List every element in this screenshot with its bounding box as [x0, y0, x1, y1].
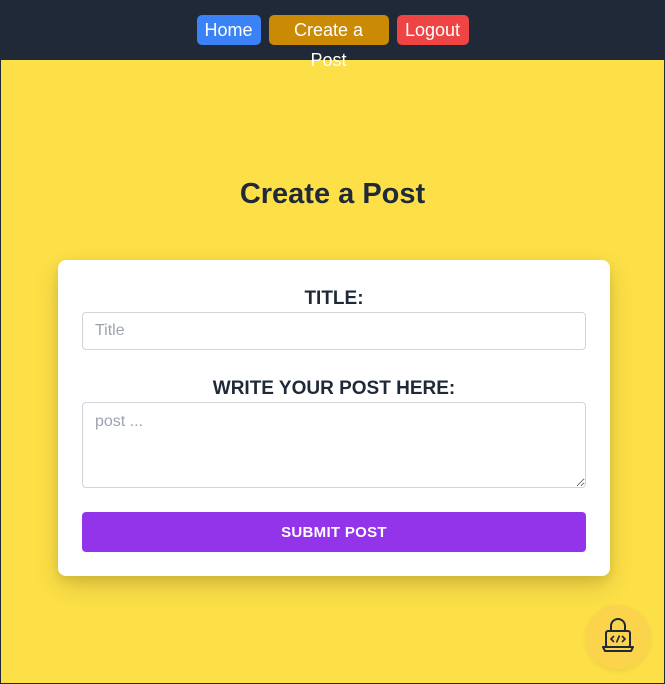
laptop-lock-code-icon: [601, 616, 635, 659]
title-label: TITLE:: [304, 288, 364, 309]
home-button[interactable]: Home: [196, 15, 261, 45]
submit-post-button[interactable]: SUBMIT POST: [82, 512, 586, 552]
post-textarea[interactable]: [82, 402, 586, 488]
title-input[interactable]: [82, 312, 586, 350]
create-post-button[interactable]: Create a Post: [268, 15, 389, 70]
post-form-card: TITLE: WRITE YOUR POST HERE: SUBMIT POST: [58, 260, 610, 576]
navbar: Home Create a Post Logout: [1, 0, 664, 70]
floating-widget-button[interactable]: [586, 605, 650, 669]
post-label: WRITE YOUR POST HERE:: [212, 378, 456, 399]
logout-button[interactable]: Logout: [396, 15, 469, 45]
page-title: Create a Post: [239, 178, 426, 210]
